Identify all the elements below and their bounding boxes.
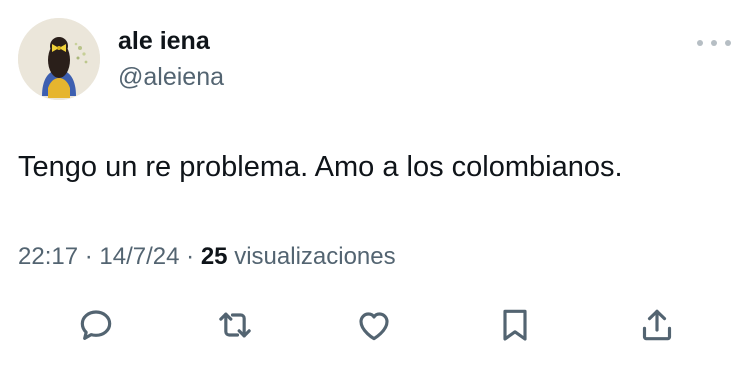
repost-button[interactable] [212, 302, 258, 348]
avatar[interactable] [18, 18, 100, 100]
like-icon [359, 312, 389, 341]
avatar-image [18, 18, 100, 100]
tweet-card: ale iena @aleiena Tengo un re problema. … [0, 0, 750, 369]
tweet-text: Tengo un re problema. Amo a los colombia… [18, 151, 623, 183]
bookmark-button[interactable] [492, 302, 538, 348]
display-name[interactable]: ale iena [118, 26, 210, 56]
tweet-meta: 22:17 · 14/7/24 · 25 visualizaciones [18, 240, 396, 274]
more-options-icon[interactable] [697, 31, 731, 55]
dot [697, 40, 703, 46]
tweet-date[interactable]: 14/7/24 [99, 243, 179, 270]
reply-icon [80, 310, 112, 340]
like-button[interactable] [351, 302, 397, 348]
dot [711, 40, 717, 46]
share-button[interactable] [634, 302, 680, 348]
share-icon [642, 309, 672, 341]
action-bar [0, 300, 750, 350]
meta-separator: · [84, 243, 100, 270]
reply-button[interactable] [73, 302, 119, 348]
views-count: 25 [200, 243, 235, 270]
views-label: visualizaciones [234, 243, 396, 270]
user-handle[interactable]: @aleiena [118, 62, 224, 92]
bookmark-icon [503, 309, 527, 341]
dot [725, 40, 731, 46]
repost-icon [219, 312, 251, 338]
meta-separator: · [186, 243, 201, 270]
tweet-time[interactable]: 22:17 [18, 243, 78, 270]
